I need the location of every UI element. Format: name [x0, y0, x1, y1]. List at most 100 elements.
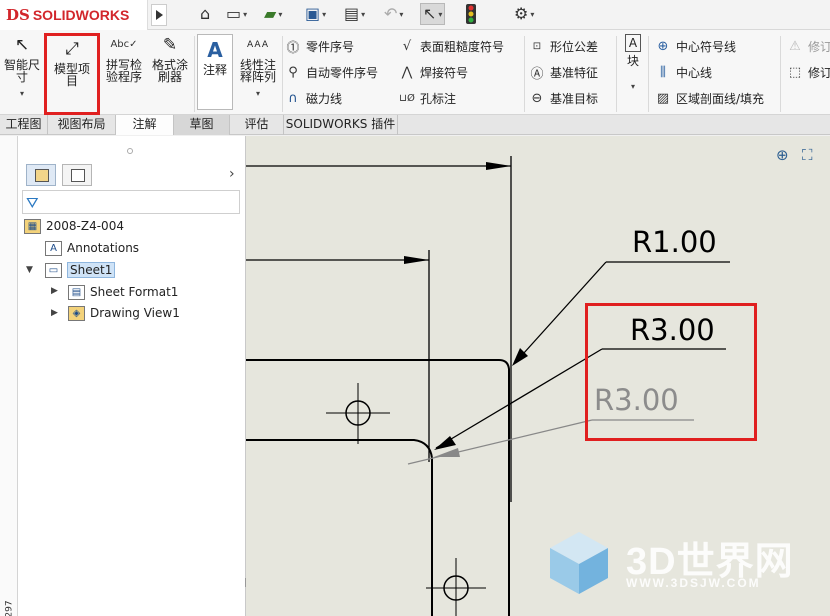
tree-filter[interactable]: ⛛ — [22, 190, 240, 214]
select-pointer-icon: ↖ — [423, 4, 437, 23]
tab-view-layout[interactable]: 视图布局 — [48, 115, 116, 135]
linear-note-pattern-icon: AAA — [247, 40, 269, 50]
spell-check-button[interactable]: Abc✓ 拼写检验程序 — [102, 34, 146, 83]
block-label: 块 — [626, 54, 639, 68]
ribbon-divider — [780, 36, 781, 112]
balloon-icon: ⓵ — [286, 40, 300, 56]
highlight-box — [585, 303, 757, 441]
zoom-area-icon[interactable]: ⛶ — [802, 146, 820, 164]
property-manager-tab[interactable] — [62, 164, 92, 186]
tree-item-annotations[interactable]: A Annotations — [45, 238, 139, 258]
tree-item-sheet1[interactable]: ▭ Sheet1 — [45, 260, 116, 280]
drawing-view-icon: ◈ — [68, 305, 85, 321]
ribbon-divider — [524, 36, 525, 112]
datum-feature-label: 基准特征 — [550, 65, 599, 80]
save-icon: ▣ — [305, 4, 321, 23]
auto-balloon-label: 自动零件序号 — [306, 65, 379, 80]
area-hatch-icon: ▨ — [656, 90, 670, 106]
chevron-down-icon: ▾ — [322, 9, 327, 19]
part-outline — [246, 359, 510, 616]
undo-icon: ↶ — [384, 4, 398, 23]
tab-sketch[interactable]: 草图 — [174, 115, 230, 135]
traffic-light-icon — [466, 4, 476, 24]
ribbon-divider — [648, 36, 649, 112]
datum-feature-icon: Ⓐ — [530, 66, 544, 82]
centerline-button[interactable]: ⫼ 中心线 — [654, 62, 712, 82]
chevron-down-icon: ▾ — [361, 9, 366, 19]
options-gear-icon: ⚙ — [514, 4, 529, 23]
tab-solidworks-addins[interactable]: SOLIDWORKS 插件 — [284, 115, 398, 135]
center-mark-button[interactable]: ⊕ 中心符号线 — [654, 36, 736, 56]
auto-balloon-button[interactable]: ⚲ 自动零件序号 — [284, 62, 378, 82]
revision-symbol-button[interactable]: ⚠ 修订 — [786, 36, 830, 56]
ds-logo-mark: DS — [6, 6, 30, 24]
select-button[interactable]: ↖ ▾ — [420, 3, 446, 25]
spell-check-label: 拼写检验程序 — [105, 58, 142, 84]
collapsed-caret-icon[interactable]: ▶ — [51, 308, 58, 318]
smart-dimension-button[interactable]: ↖ 智能尺寸 ▾ — [2, 34, 42, 100]
revision-cloud-icon: ⬚ — [788, 64, 802, 80]
menu-expand-arrow-icon[interactable] — [151, 4, 167, 26]
undo-button[interactable]: ↶ ▾ — [384, 3, 403, 25]
note-button[interactable]: A 注释 — [197, 34, 233, 110]
open-button[interactable]: ▰ ▾ — [264, 3, 282, 25]
spell-check-icon: Abc✓ — [110, 39, 138, 50]
area-hatch-label: 区域剖面线/填充 — [676, 91, 765, 106]
part-outline — [246, 439, 433, 616]
new-button[interactable]: ▭ ▾ — [226, 3, 247, 25]
surface-finish-icon: √ — [402, 38, 412, 54]
center-mark-label: 中心符号线 — [676, 39, 737, 54]
linear-note-pattern-button[interactable]: AAA 线性注释阵列 ▾ — [236, 34, 280, 100]
format-painter-icon: ✎ — [162, 35, 178, 55]
title-bar: DS SOLIDWORKS ⌂ ▭ ▾ ▰ ▾ ▣ ▾ ▤ ▾ ↶ ▾ ↖ ▾ ⚙ ▾ — [0, 0, 830, 30]
feature-manager-tab[interactable] — [26, 164, 56, 186]
datum-feature-button[interactable]: Ⓐ 基准特征 — [528, 62, 598, 82]
expanded-caret-icon[interactable]: ▼ — [26, 265, 33, 275]
surface-finish-button[interactable]: √ 表面粗糙度符号 — [398, 36, 504, 56]
print-button[interactable]: ▤ ▾ — [344, 3, 365, 25]
geometric-tolerance-button[interactable]: ⊡ 形位公差 — [528, 36, 598, 56]
auto-balloon-icon: ⚲ — [288, 64, 298, 80]
save-button[interactable]: ▣ ▾ — [305, 3, 326, 25]
chevron-right-icon[interactable]: › — [229, 166, 235, 182]
centerline-label: 中心线 — [676, 65, 713, 80]
model-items-button[interactable]: ⤢ 模型项目 — [44, 33, 100, 115]
command-manager-ribbon: ↖ 智能尺寸 ▾ ⤢ 模型项目 Abc✓ 拼写检验程序 ✎ 格式涂刷器 A 注释… — [0, 30, 830, 115]
block-button[interactable]: A 块 ▾ — [622, 34, 644, 93]
model-items-icon: ⤢ — [65, 39, 79, 59]
tab-evaluate[interactable]: 评估 — [230, 115, 284, 135]
rebuild-button[interactable] — [466, 3, 476, 25]
tab-drawing[interactable]: 工程图 — [0, 115, 48, 135]
area-hatch-button[interactable]: ▨ 区域剖面线/填充 — [654, 88, 764, 108]
weld-symbol-button[interactable]: ⋀ 焊接符号 — [398, 62, 468, 82]
arrowhead — [404, 256, 429, 264]
revision-cloud-button[interactable]: ⬚ 修订 — [786, 62, 830, 82]
magnetic-line-button[interactable]: ∩ 磁力线 — [284, 88, 342, 108]
weld-symbol-icon: ⋀ — [401, 64, 413, 80]
geometric-tolerance-icon: ⊡ — [532, 40, 542, 52]
panel-grip-icon[interactable] — [127, 148, 133, 154]
zoom-to-fit-icon[interactable]: ⊕ — [776, 146, 794, 164]
datum-target-button[interactable]: ⊖ 基准目标 — [528, 88, 598, 108]
solidworks-logo[interactable]: DS SOLIDWORKS — [0, 0, 148, 30]
tree-root[interactable]: ▦ 2008-Z4-004 — [24, 216, 124, 236]
dimension-r1[interactable]: R1.00 — [632, 228, 717, 257]
arrowhead — [486, 162, 511, 170]
solidworks-brand: SOLIDWORKS — [32, 7, 130, 23]
tab-annotation[interactable]: 注解 — [116, 115, 174, 135]
datum-target-label: 基准目标 — [550, 91, 599, 106]
new-file-icon: ▭ — [226, 4, 242, 23]
print-icon: ▤ — [344, 4, 360, 23]
home-button[interactable]: ⌂ — [200, 3, 210, 25]
arrowhead — [434, 448, 460, 457]
format-painter-button[interactable]: ✎ 格式涂刷器 — [148, 34, 192, 83]
tree-item-sheet-format[interactable]: ▤ Sheet Format1 — [68, 282, 178, 302]
chevron-down-icon: ▾ — [278, 9, 283, 19]
tree-item-drawing-view[interactable]: ◈ Drawing View1 — [68, 303, 180, 323]
hole-callout-button[interactable]: ⊔Ø 孔标注 — [398, 88, 456, 108]
balloon-button[interactable]: ⓵ 零件序号 — [284, 36, 354, 56]
options-button[interactable]: ⚙ ▾ — [514, 3, 534, 25]
home-icon: ⌂ — [200, 4, 211, 23]
property-list-icon — [71, 169, 85, 182]
collapsed-caret-icon[interactable]: ▶ — [51, 286, 58, 296]
